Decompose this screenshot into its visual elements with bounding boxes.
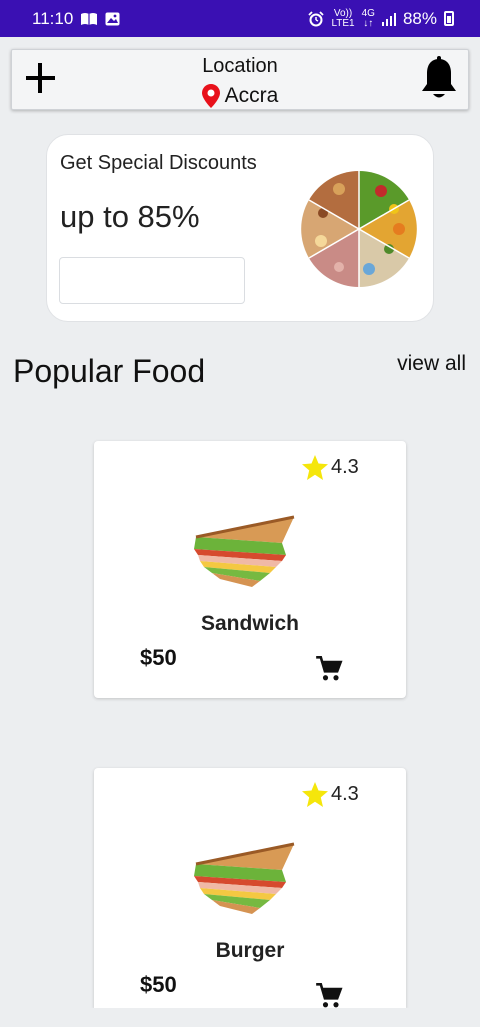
network-type: 4G ↓↑ bbox=[361, 7, 375, 29]
food-card[interactable]: 4.3 Sandwich $50 bbox=[94, 441, 406, 698]
rating: 4.3 bbox=[302, 455, 359, 480]
cart-icon[interactable] bbox=[315, 982, 343, 1008]
promo-title: Get Special Discounts bbox=[60, 152, 257, 174]
food-price: $50 bbox=[140, 972, 177, 997]
rating-value: 4.3 bbox=[331, 783, 359, 805]
location-selector[interactable]: Accra bbox=[12, 84, 468, 108]
food-name: Burger bbox=[215, 939, 285, 962]
sandwich-image bbox=[194, 515, 295, 587]
location-label: Location bbox=[202, 55, 278, 77]
rating-value: 4.3 bbox=[331, 456, 359, 478]
bottom-strip bbox=[0, 1008, 480, 1027]
signal-icon bbox=[381, 12, 396, 26]
promo-input[interactable] bbox=[59, 257, 245, 304]
city-name: Accra bbox=[224, 84, 279, 107]
clock: 11:10 bbox=[32, 8, 74, 28]
sandwich-image bbox=[194, 842, 295, 914]
star-icon bbox=[302, 455, 328, 480]
volte-indicator: Vo)) LTE1 bbox=[331, 7, 355, 29]
location-pin-icon bbox=[201, 84, 220, 108]
popular-food-title: Popular Food bbox=[13, 353, 206, 389]
battery-icon bbox=[444, 11, 454, 26]
image-icon bbox=[105, 12, 120, 25]
volte-label: Vo)) bbox=[333, 7, 353, 19]
food-wheel-image bbox=[301, 171, 417, 287]
food-card[interactable]: 4.3 Burger $50 bbox=[94, 768, 406, 1008]
cart-icon[interactable] bbox=[315, 655, 343, 683]
data-arrows: ↓↑ bbox=[363, 17, 374, 29]
discount-banner: Get Special Discounts up to 85% bbox=[46, 134, 434, 322]
status-bar-right: Vo)) LTE1 4G ↓↑ 88% bbox=[308, 7, 454, 29]
alarm-icon bbox=[308, 10, 325, 26]
book-icon bbox=[81, 12, 98, 25]
lte-label: LTE1 bbox=[331, 17, 355, 29]
food-price: $50 bbox=[140, 645, 177, 670]
view-all-link[interactable]: view all bbox=[397, 352, 466, 376]
star-icon bbox=[302, 782, 328, 807]
bell-icon[interactable] bbox=[419, 56, 459, 102]
top-header: Location Accra bbox=[11, 49, 469, 110]
promo-discount: up to 85% bbox=[60, 199, 200, 234]
network-type-label: 4G bbox=[361, 7, 375, 19]
battery-level: 88% bbox=[402, 8, 437, 28]
food-name: Sandwich bbox=[200, 612, 300, 635]
status-bar: 11:10 Vo)) LTE1 4G ↓↑ 88% bbox=[0, 0, 480, 37]
status-bar-left: 11:10 bbox=[32, 9, 120, 29]
rating: 4.3 bbox=[302, 782, 359, 807]
